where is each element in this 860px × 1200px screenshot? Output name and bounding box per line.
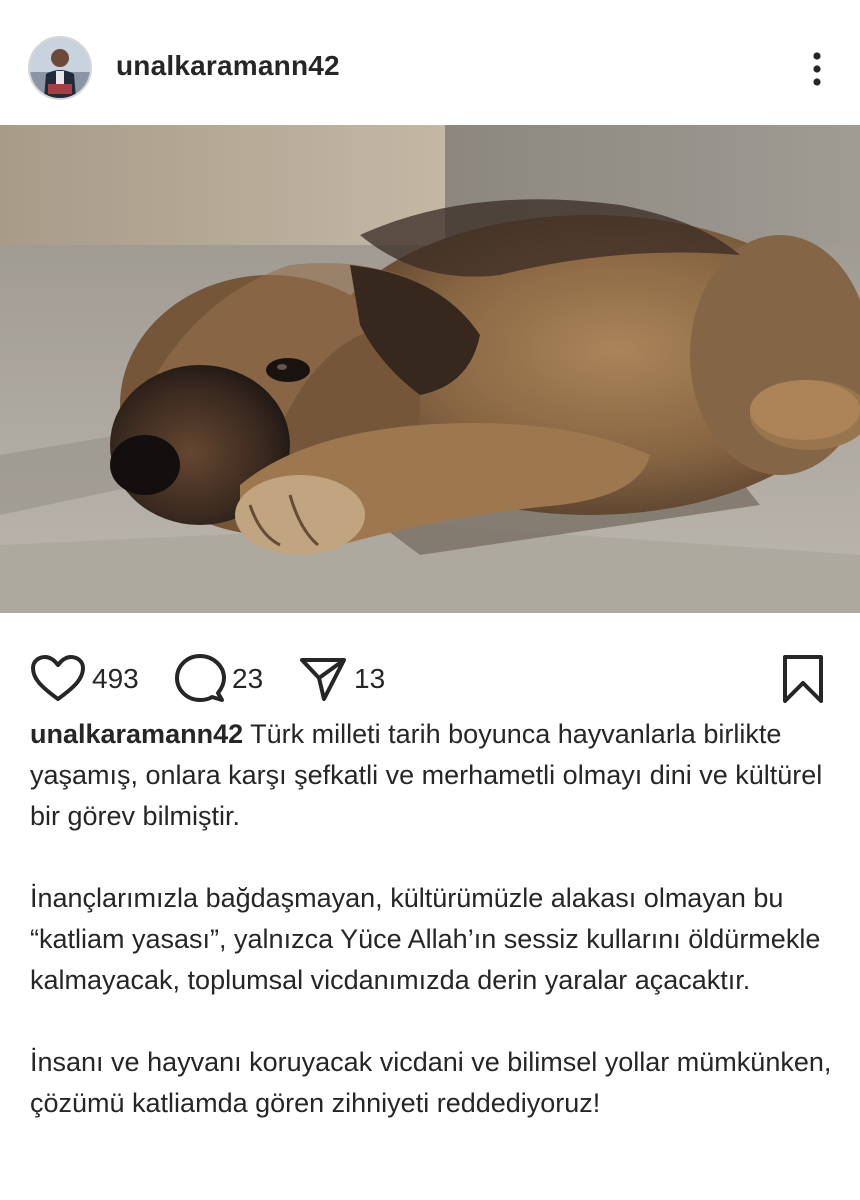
share-action[interactable]: 13 [298, 651, 385, 707]
heart-icon[interactable] [30, 654, 86, 704]
send-icon[interactable] [298, 654, 348, 704]
like-action[interactable]: 493 [30, 651, 139, 707]
comments-count[interactable]: 23 [232, 663, 263, 695]
post-image[interactable] [0, 125, 860, 613]
caption-paragraph-2: İnançlarımızla bağdaşmayan, kültürümüzle… [30, 883, 821, 995]
post-header: unalkaramann42 [0, 0, 860, 125]
comment-bubble-icon[interactable] [174, 653, 226, 705]
post-username[interactable]: unalkaramann42 [116, 50, 340, 82]
post-caption: unalkaramann42 Türk milleti tarih boyunc… [30, 714, 840, 1165]
profile-photo-icon [30, 38, 90, 98]
bookmark-icon[interactable] [780, 653, 826, 705]
more-options-button[interactable] [800, 48, 834, 90]
avatar[interactable] [28, 36, 92, 100]
shares-count[interactable]: 13 [354, 663, 385, 695]
comment-action[interactable]: 23 [174, 651, 263, 707]
caption-username[interactable]: unalkaramann42 [30, 719, 243, 749]
puppy-photo [0, 125, 860, 613]
caption-paragraph-3: İnsanı ve hayvanı koruyacak vicdani ve b… [30, 1047, 832, 1118]
caption-paragraph-1: unalkaramann42 Türk milleti tarih boyunc… [30, 714, 840, 837]
likes-count[interactable]: 493 [92, 663, 139, 695]
post-actions: 493 23 13 [0, 613, 860, 713]
more-vertical-icon [813, 52, 821, 86]
save-action[interactable] [780, 651, 826, 707]
